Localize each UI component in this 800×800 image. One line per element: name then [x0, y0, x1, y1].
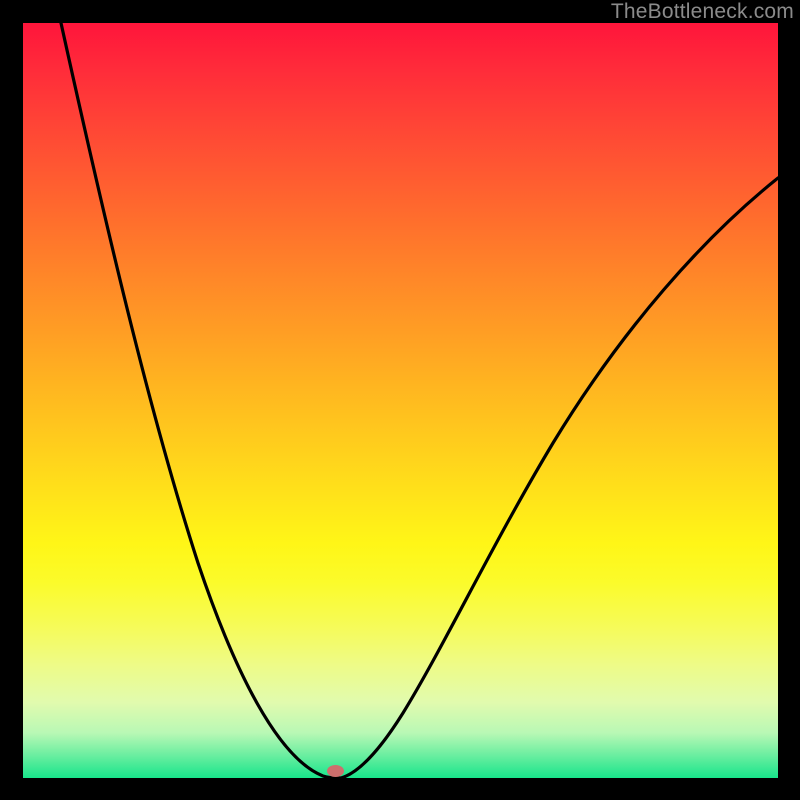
- watermark-text: TheBottleneck.com: [611, 0, 794, 24]
- chart-frame: TheBottleneck.com: [0, 0, 800, 800]
- plot-area: [23, 23, 778, 778]
- curve-path: [61, 23, 778, 778]
- optimal-point-marker: [327, 765, 344, 777]
- bottleneck-curve: [23, 23, 778, 778]
